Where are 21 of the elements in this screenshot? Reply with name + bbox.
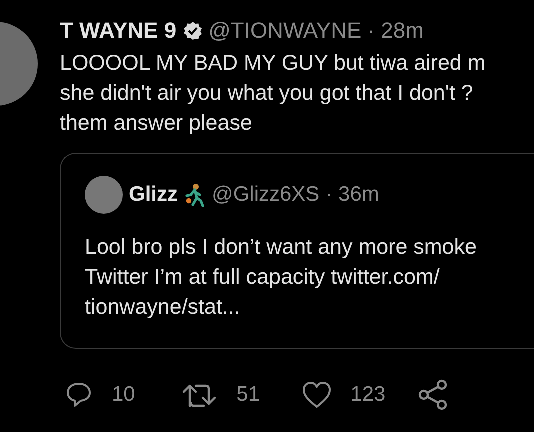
speech-bubble-icon[interactable]: [64, 380, 94, 410]
author-handle[interactable]: @TIONWAYNE: [208, 18, 362, 44]
person-with-ball-icon: [184, 183, 206, 207]
timestamp: · 28m: [368, 18, 424, 44]
action-count: 10: [112, 383, 136, 407]
timestamp: · 36m: [326, 183, 380, 207]
author-name: Glizz: [129, 183, 178, 207]
action-count: 123: [350, 383, 386, 407]
avatar: [85, 176, 123, 214]
share-icon[interactable]: [417, 379, 450, 411]
tweet-text: tionwayne/stat...: [85, 294, 242, 321]
tweet-text: Twitter I’m at full capacity twitter.com/: [85, 264, 441, 291]
heart-icon[interactable]: [300, 380, 333, 410]
author-handle[interactable]: @Glizz6XS: [212, 183, 320, 207]
tweet-text: LOOOOL MY BAD MY GUY but tiwa aired m: [60, 50, 487, 77]
tweet-text: she didn't air you what you got that I don't ?: [60, 80, 474, 107]
tweet-text: Lool bro pls I don’t want any more smoke: [85, 234, 478, 261]
tweet-text: them answer please: [60, 110, 254, 137]
quoted-tweet-card[interactable]: Glizz @Glizz6XS · 36m Lool bro pls I don’t want any more smoke Twitter I’m at full capacity twitter.com/ tionwayne/stat...: [60, 153, 534, 349]
action-count: 51: [236, 383, 260, 407]
author-name: T WAYNE 9: [60, 18, 177, 44]
